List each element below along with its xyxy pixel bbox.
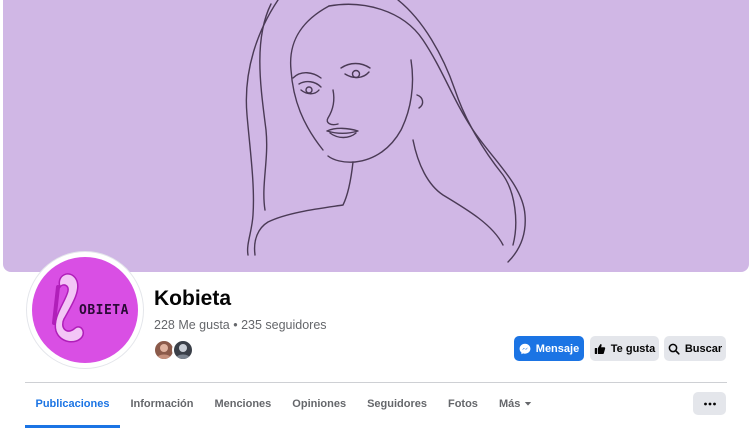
ellipsis-icon — [703, 402, 716, 405]
page-stats[interactable]: 228 Me gusta • 235 seguidores — [154, 318, 327, 332]
messenger-icon — [519, 343, 531, 354]
search-button[interactable]: Buscar — [664, 336, 726, 361]
tab-label: Fotos — [447, 398, 478, 410]
like-button[interactable]: Te gusta — [590, 336, 659, 361]
tab-opiniones[interactable]: Opiniones — [282, 383, 357, 425]
tab-fotos[interactable]: Fotos — [437, 383, 488, 425]
search-label: Buscar — [684, 342, 723, 355]
page-title: Kobieta — [154, 287, 232, 310]
page-tabs: Publicaciones Información Menciones Opin… — [25, 383, 543, 428]
friends-avatars[interactable] — [153, 339, 197, 361]
tab-mas[interactable]: Más — [488, 383, 542, 425]
tab-seguidores[interactable]: Seguidores — [357, 383, 438, 425]
tab-informacion[interactable]: Información — [120, 383, 204, 425]
tab-label: Menciones — [214, 398, 272, 410]
more-options-button[interactable] — [693, 392, 726, 415]
friend-avatar[interactable] — [172, 339, 194, 361]
cover-photo[interactable] — [3, 0, 749, 272]
caret-down-icon — [525, 402, 532, 406]
like-label: Te gusta — [610, 342, 656, 355]
tab-label: Seguidores — [367, 398, 427, 410]
tab-label: Publicaciones — [35, 398, 110, 410]
thumbs-up-icon — [594, 343, 605, 354]
message-button[interactable]: Mensaje — [514, 336, 584, 361]
tab-label: Información — [130, 398, 194, 410]
tab-label: Más — [498, 398, 521, 410]
cover-illustration — [245, 0, 526, 263]
tab-menciones[interactable]: Menciones — [204, 383, 282, 425]
message-label: Mensaje — [535, 342, 580, 355]
tab-label: Opiniones — [292, 398, 347, 410]
search-icon — [668, 343, 680, 355]
logo-text: OBIETA — [79, 303, 129, 318]
tab-publicaciones[interactable]: Publicaciones — [25, 383, 120, 428]
avatar[interactable]: OBIETA — [32, 257, 138, 363]
